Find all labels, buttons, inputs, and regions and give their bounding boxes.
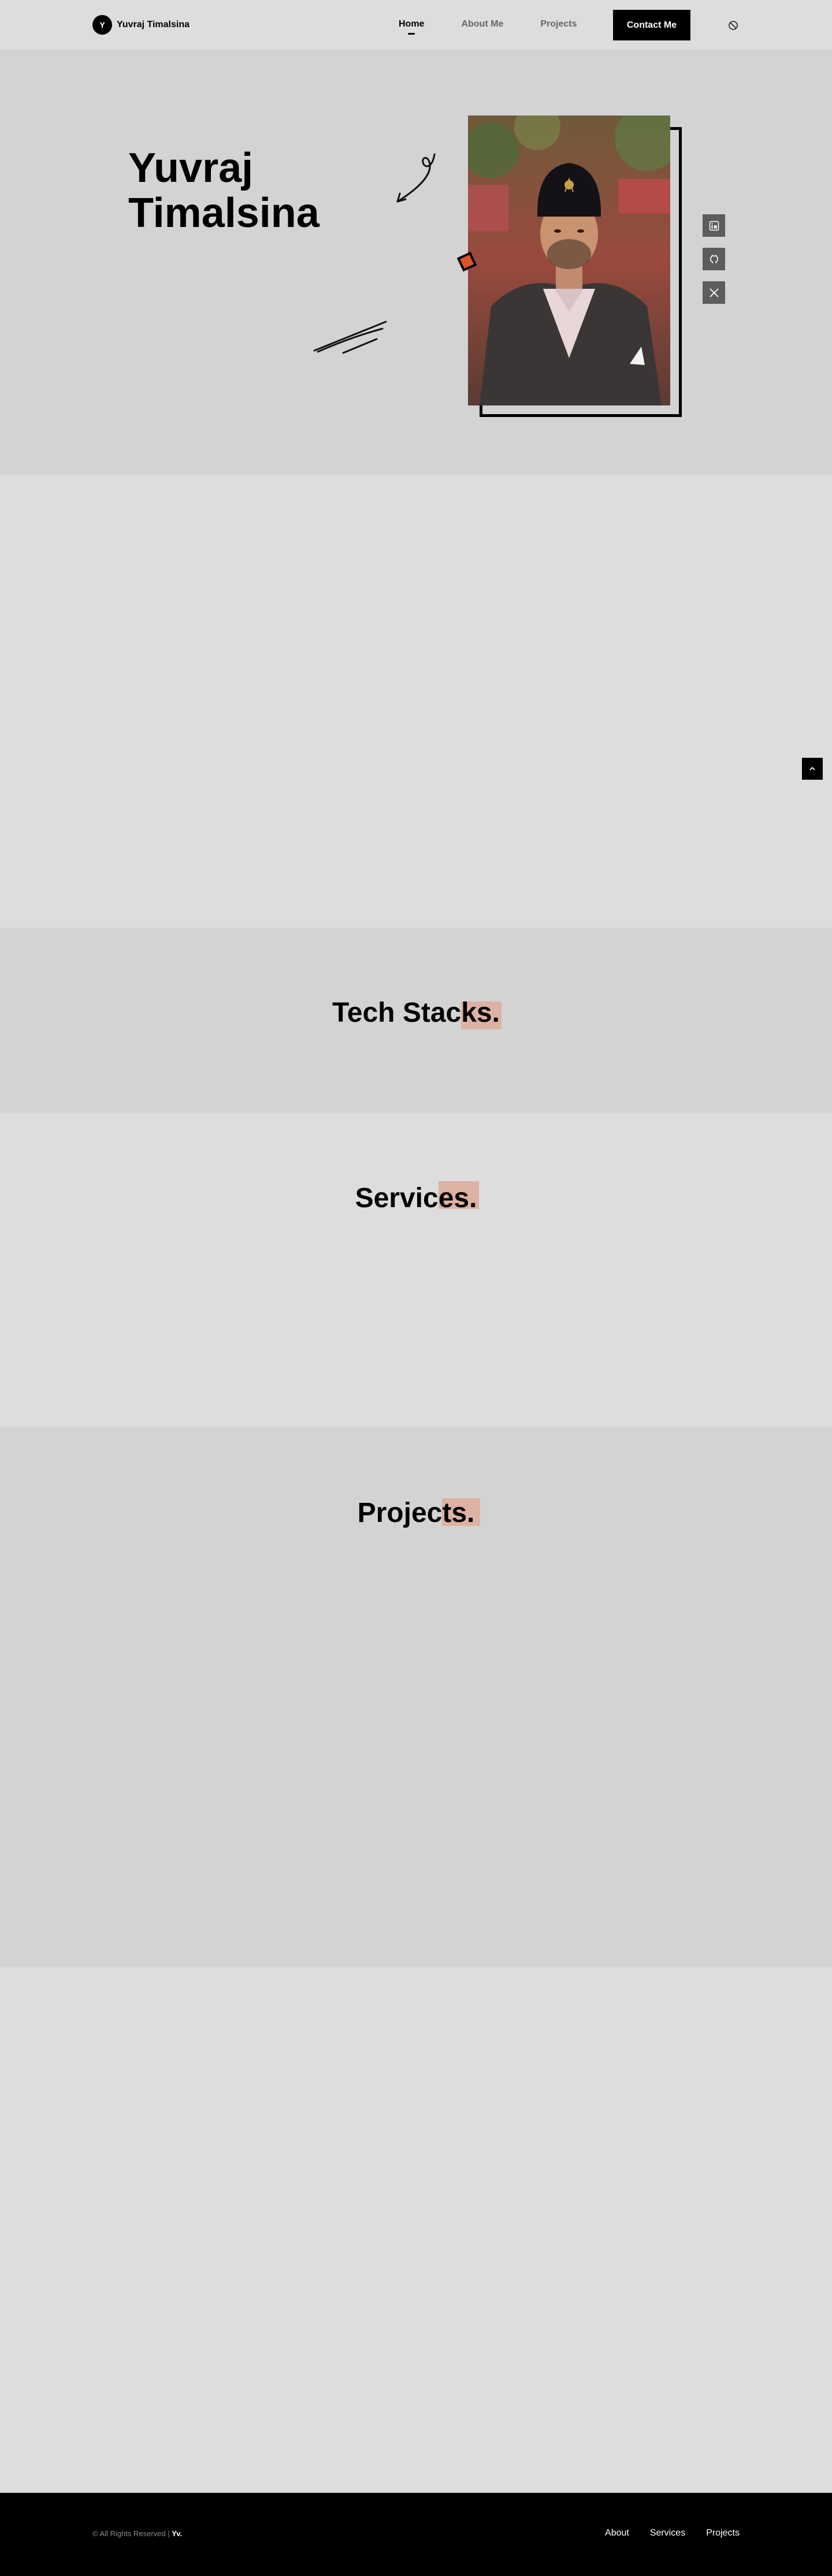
chevron-up-icon: [809, 766, 815, 770]
hero-name-first: Yuvraj: [128, 145, 254, 191]
footer-brand[interactable]: Yv.: [172, 2529, 182, 2538]
brand-logo: Y: [92, 15, 112, 35]
tech-stacks-title: Tech Stac ks.: [0, 997, 832, 1029]
linkedin-icon[interactable]: [703, 214, 725, 237]
hero-name: Yuvraj Timalsina: [128, 146, 320, 236]
projects-section: Projec ts.: [0, 1427, 832, 1967]
footer-links: About Services Projects: [584, 2528, 740, 2538]
contact-section: [0, 1967, 832, 2493]
about-section: [0, 475, 832, 928]
copyright-text: © All Rights Reserved | Yv.: [92, 2529, 183, 2538]
speed-lines-doodle-icon: [313, 321, 387, 354]
moon-icon[interactable]: [727, 20, 739, 31]
services-section: Servic es.: [0, 1113, 832, 1427]
contact-me-button[interactable]: Contact Me: [613, 10, 690, 40]
x-twitter-icon[interactable]: [703, 281, 725, 304]
hero-section: Yuvraj Timalsina: [0, 50, 832, 475]
projects-title: Projec ts.: [0, 1497, 832, 1529]
footer-link-projects[interactable]: Projects: [706, 2528, 740, 2538]
nav-link-about[interactable]: About Me: [461, 19, 503, 29]
nav-links: Home About Me Projects: [399, 19, 614, 29]
profile-photo: [468, 116, 670, 405]
hero-name-last: Timalsina: [128, 190, 320, 236]
footer: © All Rights Reserved | Yv. About Servic…: [0, 2493, 832, 2576]
diamond-sticker-icon: [456, 251, 477, 272]
github-icon[interactable]: [703, 248, 725, 270]
social-links: [703, 214, 725, 315]
tech-stacks-section: Tech Stac ks.: [0, 928, 832, 1113]
scroll-to-top-button[interactable]: [802, 758, 823, 780]
arrow-doodle-icon: [396, 153, 436, 203]
brand-name: Yuvraj Timalsina: [117, 20, 190, 29]
brand[interactable]: Y Yuvraj Timalsina: [92, 15, 190, 35]
nav-link-home[interactable]: Home: [399, 19, 424, 29]
nav-link-projects[interactable]: Projects: [540, 19, 577, 29]
services-title: Servic es.: [0, 1181, 832, 1214]
footer-link-services[interactable]: Services: [650, 2528, 685, 2538]
footer-link-about[interactable]: About: [605, 2528, 629, 2538]
navbar: Y Yuvraj Timalsina Home About Me Project…: [0, 0, 832, 50]
